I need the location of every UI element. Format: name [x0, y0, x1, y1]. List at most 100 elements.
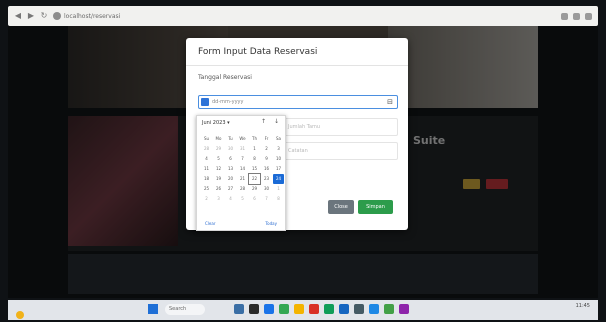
calendar-day[interactable]: 31 [237, 144, 248, 154]
calendar-day[interactable]: 9 [261, 154, 272, 164]
calendar-today-button[interactable]: Today [265, 221, 277, 226]
weather-widget[interactable] [16, 304, 40, 319]
calendar-day[interactable]: 15 [249, 164, 260, 174]
calendar-day[interactable]: 20 [225, 174, 236, 184]
reload-icon[interactable]: ↻ [40, 12, 48, 20]
app-icon-2[interactable] [264, 304, 274, 314]
guests-field[interactable]: Jumlah Tamu [282, 118, 398, 136]
calendar-day[interactable]: 6 [225, 154, 236, 164]
calendar-day[interactable]: 2 [201, 194, 212, 204]
calendar-day[interactable]: 26 [213, 184, 224, 194]
guests-placeholder: Jumlah Tamu [288, 124, 321, 130]
profile-icon[interactable] [573, 12, 580, 20]
forward-icon[interactable]: ▶ [27, 12, 35, 20]
calendar-day[interactable]: 25 [201, 184, 212, 194]
taskbar: Search 11:45 [8, 300, 598, 320]
date-value: dd-mm-yyyy [212, 99, 244, 105]
file-explorer-icon[interactable] [294, 304, 304, 314]
calendar-day[interactable]: 29 [249, 184, 260, 194]
calendar-day[interactable]: 4 [201, 154, 212, 164]
calendar-day-header: Su [203, 136, 210, 141]
calendar-day[interactable]: 18 [201, 174, 212, 184]
calendar-day[interactable]: 6 [249, 194, 260, 204]
address-bar[interactable]: localhost/reservasi [53, 11, 120, 21]
calendar-day[interactable]: 4 [225, 194, 236, 204]
calendar-day[interactable]: 5 [237, 194, 248, 204]
calendar-day[interactable]: 7 [237, 154, 248, 164]
notes-placeholder: Catatan [288, 148, 308, 154]
date-input[interactable]: dd-mm-yyyy ⊟ [198, 95, 398, 109]
taskbar-search[interactable]: Search [165, 304, 205, 315]
calendar-day[interactable]: 3 [213, 194, 224, 204]
calendar-day[interactable]: 17 [273, 164, 284, 174]
calendar-day[interactable]: 27 [225, 184, 236, 194]
taskbar-apps [234, 304, 409, 314]
app-icon-6[interactable] [339, 304, 349, 314]
app-icon-5[interactable] [324, 304, 334, 314]
calendar-day[interactable]: 21 [237, 174, 248, 184]
calendar-day[interactable]: 12 [213, 164, 224, 174]
desktop-screen: ◀ ▶ ↻ localhost/reservasi Suite Form Inp… [0, 0, 606, 322]
calendar-day[interactable]: 7 [261, 194, 272, 204]
calendar-grid: Su Mo Tu We Th Fr Sa 28 29 30 31 1 2 3 4 5 6 7 8 9 10 11 12 13 1… [201, 134, 285, 204]
calendar-day[interactable]: 30 [225, 144, 236, 154]
calendar-day[interactable]: 13 [225, 164, 236, 174]
app-icon-9[interactable] [384, 304, 394, 314]
calendar-day[interactable]: 28 [237, 184, 248, 194]
date-picker-popup: Juni 2023 ▾ ↑ ↓ Su Mo Tu We Th Fr Sa 28 29 30 31 1 2… [196, 115, 286, 231]
calendar-day[interactable]: 8 [273, 194, 284, 204]
notes-field[interactable]: Catatan [282, 142, 398, 160]
calendar-day[interactable]: 8 [249, 154, 260, 164]
calendar-day-header: Sa [276, 136, 281, 141]
weather-sun-icon [16, 311, 24, 319]
app-icon-8[interactable] [369, 304, 379, 314]
calendar-day[interactable]: 16 [261, 164, 272, 174]
calendar-day[interactable]: 22 [248, 173, 261, 185]
calendar-day[interactable]: 30 [261, 184, 272, 194]
app-icon-10[interactable] [399, 304, 409, 314]
calendar-day-header: We [239, 136, 246, 141]
calendar-day-header: Fr [264, 136, 269, 141]
calendar-day[interactable]: 5 [213, 154, 224, 164]
system-tray-clock[interactable]: 11:45 [576, 303, 590, 309]
calendar-day[interactable]: 29 [213, 144, 224, 154]
task-view-icon[interactable] [234, 304, 244, 314]
back-icon[interactable]: ◀ [14, 12, 22, 20]
app-icon-4[interactable] [309, 304, 319, 314]
calendar-day[interactable]: 23 [261, 174, 272, 184]
app-icon-7[interactable] [354, 304, 364, 314]
start-icon[interactable] [148, 304, 158, 314]
calendar-clear-button[interactable]: Clear [205, 221, 215, 226]
calendar-day[interactable]: 1 [249, 144, 260, 154]
save-button[interactable]: Simpan [358, 200, 393, 214]
calendar-day-header: Tu [228, 136, 233, 141]
modal-title: Form Input Data Reservasi [198, 47, 318, 57]
calendar-month-label[interactable]: Juni 2023 ▾ [202, 120, 230, 126]
calendar-day-header: Mo [215, 136, 222, 141]
calendar-day[interactable]: 24 [273, 174, 284, 184]
url-text: localhost/reservasi [64, 12, 121, 20]
calendar-day[interactable]: 11 [201, 164, 212, 174]
calendar-day[interactable]: 14 [237, 164, 248, 174]
browser-actions [561, 12, 592, 20]
calendar-icon[interactable] [201, 98, 209, 106]
close-button[interactable]: Close [328, 200, 354, 214]
calendar-day[interactable]: 1 [273, 184, 284, 194]
menu-icon[interactable] [585, 12, 592, 20]
app-icon-1[interactable] [249, 304, 259, 314]
previous-month-icon[interactable]: ↑ [261, 118, 266, 125]
next-month-icon[interactable]: ↓ [274, 118, 279, 125]
date-label: Tanggal Reservasi [198, 74, 252, 81]
app-icon-3[interactable] [279, 304, 289, 314]
calendar-day[interactable]: 19 [213, 174, 224, 184]
calendar-day-header: Th [252, 136, 257, 141]
calendar-day[interactable]: 2 [261, 144, 272, 154]
site-icon [53, 12, 61, 20]
modal-divider [186, 65, 408, 66]
extension-icon[interactable] [561, 12, 568, 20]
calendar-toggle-icon[interactable]: ⊟ [387, 98, 393, 106]
calendar-day[interactable]: 28 [201, 144, 212, 154]
calendar-day[interactable]: 10 [273, 154, 284, 164]
browser-toolbar: ◀ ▶ ↻ localhost/reservasi [8, 6, 598, 26]
calendar-day[interactable]: 3 [273, 144, 284, 154]
